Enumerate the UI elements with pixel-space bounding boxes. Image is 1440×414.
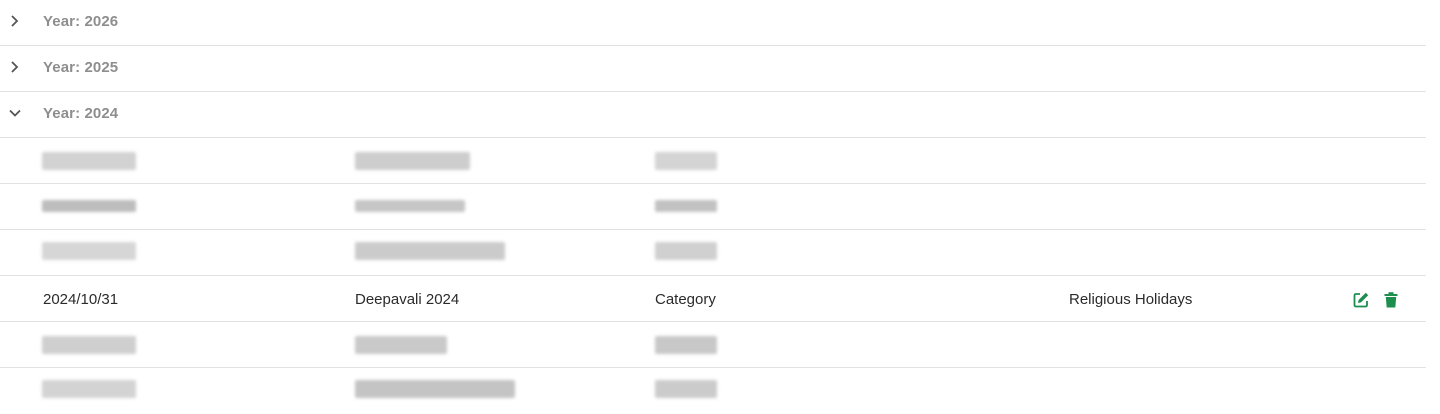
edit-icon[interactable] xyxy=(1352,291,1370,309)
row-actions xyxy=(1352,291,1400,309)
table-row xyxy=(0,322,1426,368)
redacted-name xyxy=(355,152,470,170)
table-row xyxy=(0,184,1426,230)
redacted-type xyxy=(655,336,717,354)
year-label: Year: 2026 xyxy=(43,13,119,30)
chevron-right-icon[interactable] xyxy=(8,60,22,74)
year-group-2026[interactable]: Year: 2026 xyxy=(0,0,1426,46)
redacted-type xyxy=(655,242,717,260)
chevron-right-icon[interactable] xyxy=(8,14,22,28)
year-label: Year: 2024 xyxy=(43,105,119,122)
redacted-name xyxy=(355,380,515,398)
redacted-date xyxy=(42,242,136,260)
holiday-date: 2024/10/31 xyxy=(43,291,119,308)
redacted-date xyxy=(42,380,136,398)
table-row xyxy=(0,230,1426,276)
chevron-down-icon[interactable] xyxy=(8,106,22,120)
redacted-name xyxy=(355,200,465,212)
year-group-2024[interactable]: Year: 2024 xyxy=(0,92,1426,138)
year-label: Year: 2025 xyxy=(43,59,119,76)
redacted-date xyxy=(42,200,136,212)
redacted-name xyxy=(355,242,505,260)
redacted-name xyxy=(355,336,447,354)
year-group-2025[interactable]: Year: 2025 xyxy=(0,46,1426,92)
holiday-name: Deepavali 2024 xyxy=(355,291,460,308)
table-row xyxy=(0,138,1426,184)
holiday-type: Category xyxy=(655,291,716,308)
holiday-category: Religious Holidays xyxy=(1069,291,1193,308)
redacted-type xyxy=(655,200,717,212)
table-row xyxy=(0,368,1426,414)
redacted-date xyxy=(42,152,136,170)
redacted-type xyxy=(655,152,717,170)
redacted-date xyxy=(42,336,136,354)
table-row: 2024/10/31 Deepavali 2024 Category Relig… xyxy=(0,276,1426,322)
redacted-type xyxy=(655,380,717,398)
trash-icon[interactable] xyxy=(1382,291,1400,309)
